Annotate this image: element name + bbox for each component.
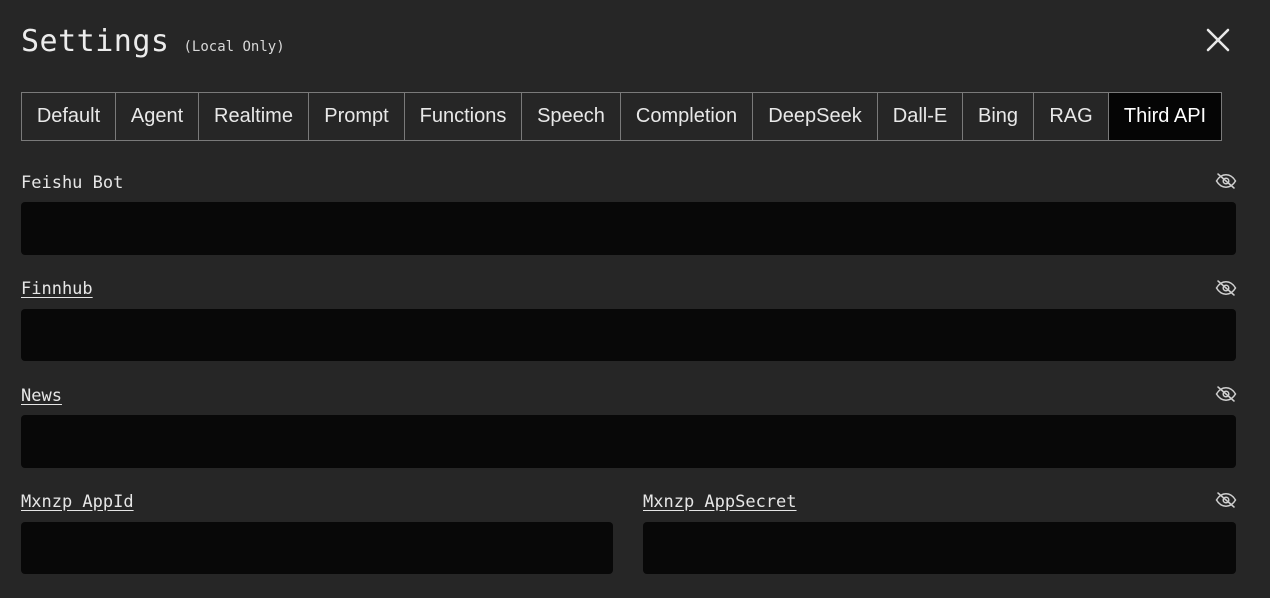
close-button[interactable]: [1200, 23, 1236, 59]
tab-deepseek[interactable]: DeepSeek: [753, 93, 878, 140]
mxnzp-appid-input[interactable]: [21, 522, 613, 574]
tab-prompt[interactable]: Prompt: [309, 93, 405, 140]
tab-default[interactable]: Default: [22, 93, 116, 140]
eye-off-icon: [1215, 492, 1237, 508]
dialog-subtitle: (Local Only): [183, 39, 285, 55]
mxnzp-appid-label-link[interactable]: Mxnzp AppId: [21, 492, 134, 512]
close-icon: [1206, 28, 1230, 52]
tab-completion[interactable]: Completion: [621, 93, 753, 140]
news-visibility-toggle[interactable]: [1215, 386, 1237, 402]
finnhub-visibility-toggle[interactable]: [1215, 280, 1237, 296]
eye-off-icon: [1215, 280, 1237, 296]
feishu-bot-label: Feishu Bot: [21, 173, 124, 193]
tab-third-api[interactable]: Third API: [1109, 93, 1221, 140]
mxnzp-appsecret-label-link[interactable]: Mxnzp AppSecret: [643, 492, 797, 512]
tab-functions[interactable]: Functions: [405, 93, 522, 140]
feishu-bot-visibility-toggle[interactable]: [1215, 173, 1237, 189]
settings-dialog: Settings (Local Only) Default Agent Real…: [0, 0, 1270, 598]
finnhub-input[interactable]: [21, 309, 1236, 361]
tab-speech[interactable]: Speech: [522, 93, 621, 140]
news-label-link[interactable]: News: [21, 386, 62, 406]
settings-tabs: Default Agent Realtime Prompt Functions …: [21, 92, 1222, 141]
tab-bing[interactable]: Bing: [963, 93, 1034, 140]
dialog-title: Settings: [21, 24, 170, 59]
tab-realtime[interactable]: Realtime: [199, 93, 309, 140]
mxnzp-appsecret-input[interactable]: [643, 522, 1236, 574]
mxnzp-appsecret-visibility-toggle[interactable]: [1215, 492, 1237, 508]
tab-rag[interactable]: RAG: [1034, 93, 1109, 140]
dialog-header: Settings (Local Only): [21, 24, 285, 59]
tab-dall-e[interactable]: Dall-E: [878, 93, 963, 140]
eye-off-icon: [1215, 173, 1237, 189]
feishu-bot-input[interactable]: [21, 202, 1236, 255]
tab-agent[interactable]: Agent: [116, 93, 199, 140]
eye-off-icon: [1215, 386, 1237, 402]
news-input[interactable]: [21, 415, 1236, 468]
finnhub-label-link[interactable]: Finnhub: [21, 279, 93, 299]
